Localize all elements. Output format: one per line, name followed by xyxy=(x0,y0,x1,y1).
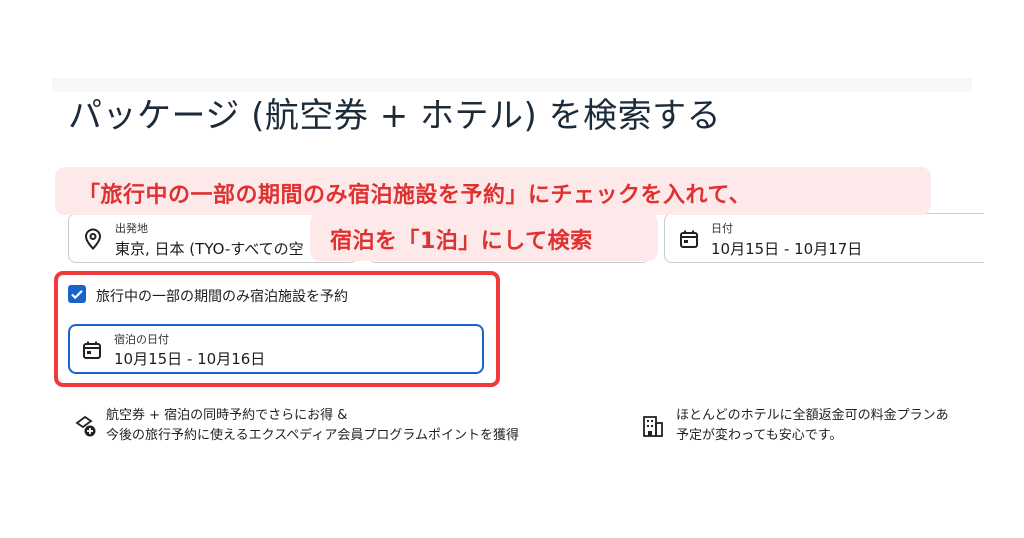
callout-line2: 宿泊を「1泊」にして検索 xyxy=(330,229,593,254)
partial-stay-checkbox[interactable] xyxy=(68,285,86,303)
origin-label: 出発地 xyxy=(115,222,148,235)
dates-value: 10月15日 - 10月17日 xyxy=(711,240,863,258)
benefit-bundle-line1: 航空券 + 宿泊の同時予約でさらにお得 & xyxy=(106,408,348,423)
stay-dates-field[interactable]: 宿泊の日付 10月15日 - 10月16日 xyxy=(68,324,484,374)
benefit-bundle-text: 航空券 + 宿泊の同時予約でさらにお得 & 今後の旅行予約に使えるエクスペディア… xyxy=(106,406,519,446)
benefit-refund-text: ほとんどのホテルに全額返金可の料金プランあ 予定が変わっても安心です。 xyxy=(676,406,976,446)
stay-dates-value: 10月15日 - 10月16日 xyxy=(114,350,266,368)
building-icon xyxy=(642,414,664,442)
dates-label: 日付 xyxy=(711,222,733,235)
calendar-icon xyxy=(679,229,699,253)
calendar-icon xyxy=(82,340,102,364)
location-pin-icon xyxy=(83,228,103,254)
page-title: パッケージ (航空券 + ホテル) を検索する xyxy=(68,96,722,136)
stay-dates-label: 宿泊の日付 xyxy=(114,333,169,346)
callout-line1: 「旅行中の一部の期間のみ宿泊施設を予約」にチェックを入れて、 xyxy=(78,183,752,208)
benefit-bundle-line2: 今後の旅行予約に使えるエクスペディア会員プログラムポイントを獲得 xyxy=(106,428,520,443)
dates-field[interactable]: 日付 10月15日 - 10月17日 xyxy=(664,213,984,263)
checkmark-icon xyxy=(71,290,83,300)
bundle-plus-icon xyxy=(74,414,98,442)
benefit-refund-line2: 予定が変わっても安心です。 xyxy=(676,428,843,443)
benefit-refund-line1: ほとんどのホテルに全額返金可の料金プランあ xyxy=(676,408,949,423)
partial-stay-label[interactable]: 旅行中の一部の期間のみ宿泊施設を予約 xyxy=(96,286,348,306)
